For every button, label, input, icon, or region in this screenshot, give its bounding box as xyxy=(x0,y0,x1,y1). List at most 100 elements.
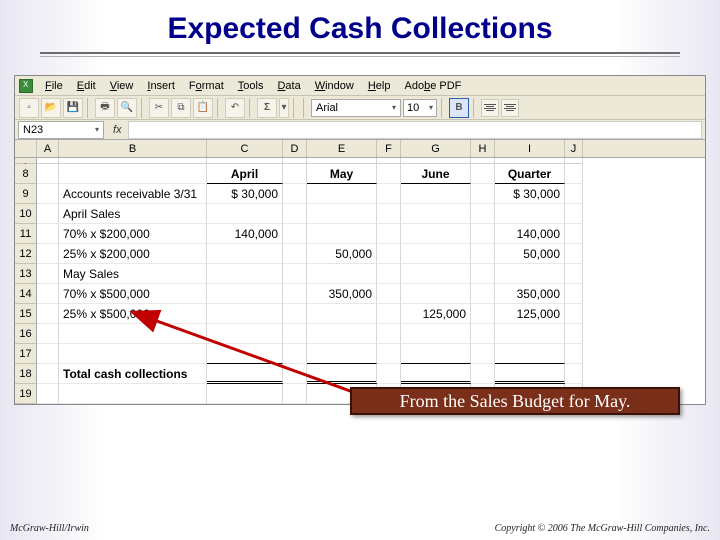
cell-D15[interactable] xyxy=(283,304,307,324)
cell-H10[interactable] xyxy=(471,204,495,224)
paste-icon[interactable]: 📋 xyxy=(193,98,213,118)
cell-F15[interactable] xyxy=(377,304,401,324)
sum-icon[interactable]: Σ xyxy=(257,98,277,118)
cell-D9[interactable] xyxy=(283,184,307,204)
cell-D10[interactable] xyxy=(283,204,307,224)
cell-B13[interactable]: May Sales xyxy=(59,264,207,284)
print-icon[interactable]: 🖶 xyxy=(95,98,115,118)
menu-data[interactable]: Data xyxy=(271,78,306,94)
cell-I15[interactable]: 125,000 xyxy=(495,304,565,324)
cell-E9[interactable] xyxy=(307,184,377,204)
col-D[interactable]: D xyxy=(283,140,307,157)
cell-H18[interactable] xyxy=(471,364,495,384)
cell-G11[interactable] xyxy=(401,224,471,244)
cell-B16[interactable] xyxy=(59,324,207,344)
cell-D13[interactable] xyxy=(283,264,307,284)
cut-icon[interactable]: ✂ xyxy=(149,98,169,118)
cell-J16[interactable] xyxy=(565,324,583,344)
row-header[interactable]: 14 xyxy=(15,284,37,304)
cell-C19[interactable] xyxy=(207,384,283,404)
cell-D8[interactable] xyxy=(283,164,307,184)
cell-C13[interactable] xyxy=(207,264,283,284)
cell-E18[interactable] xyxy=(307,364,377,384)
cell-G18[interactable] xyxy=(401,364,471,384)
cell-I8[interactable]: Quarter xyxy=(495,164,565,184)
cell-D11[interactable] xyxy=(283,224,307,244)
cell-H15[interactable] xyxy=(471,304,495,324)
cell-A15[interactable] xyxy=(37,304,59,324)
font-size-selector[interactable]: 10▾ xyxy=(403,99,437,117)
row-header[interactable]: 11 xyxy=(15,224,37,244)
dropdown-icon[interactable]: ▾ xyxy=(279,98,289,118)
col-G[interactable]: G xyxy=(401,140,471,157)
cell-E17[interactable] xyxy=(307,344,377,364)
cell-B17[interactable] xyxy=(59,344,207,364)
cell-I13[interactable] xyxy=(495,264,565,284)
preview-icon[interactable]: 🔍 xyxy=(117,98,137,118)
cell-C10[interactable] xyxy=(207,204,283,224)
cell-A8[interactable] xyxy=(37,164,59,184)
cell-F12[interactable] xyxy=(377,244,401,264)
cell-E10[interactable] xyxy=(307,204,377,224)
cell-F11[interactable] xyxy=(377,224,401,244)
cell-G9[interactable] xyxy=(401,184,471,204)
cell-E8[interactable]: May xyxy=(307,164,377,184)
cell-F14[interactable] xyxy=(377,284,401,304)
menu-adobe[interactable]: Adobe PDF xyxy=(398,78,467,94)
cell-I14[interactable]: 350,000 xyxy=(495,284,565,304)
cell-I11[interactable]: 140,000 xyxy=(495,224,565,244)
row-header[interactable]: 12 xyxy=(15,244,37,264)
font-selector[interactable]: Arial▾ xyxy=(311,99,401,117)
fx-icon[interactable]: fx xyxy=(107,124,128,136)
cell-B10[interactable]: April Sales xyxy=(59,204,207,224)
cell-J13[interactable] xyxy=(565,264,583,284)
bold-button[interactable]: B xyxy=(449,98,469,118)
save-icon[interactable]: 💾 xyxy=(63,98,83,118)
menu-window[interactable]: Window xyxy=(309,78,360,94)
cell-J11[interactable] xyxy=(565,224,583,244)
cell-F9[interactable] xyxy=(377,184,401,204)
cell-B11[interactable]: 70% x $200,000 xyxy=(59,224,207,244)
cell-E11[interactable] xyxy=(307,224,377,244)
cell-D12[interactable] xyxy=(283,244,307,264)
cell-C16[interactable] xyxy=(207,324,283,344)
cell-H17[interactable] xyxy=(471,344,495,364)
cell-A18[interactable] xyxy=(37,364,59,384)
col-C[interactable]: C xyxy=(207,140,283,157)
cell-C18[interactable] xyxy=(207,364,283,384)
cell-B8[interactable] xyxy=(59,164,207,184)
cell-A13[interactable] xyxy=(37,264,59,284)
menu-edit[interactable]: Edit xyxy=(71,78,102,94)
cell-J17[interactable] xyxy=(565,344,583,364)
cell-J8[interactable] xyxy=(565,164,583,184)
cell-A19[interactable] xyxy=(37,384,59,404)
col-B[interactable]: B xyxy=(59,140,207,157)
col-H[interactable]: H xyxy=(471,140,495,157)
cell-C17[interactable] xyxy=(207,344,283,364)
cell-F8[interactable] xyxy=(377,164,401,184)
col-A[interactable]: A xyxy=(37,140,59,157)
cell-G17[interactable] xyxy=(401,344,471,364)
row-header[interactable]: 13 xyxy=(15,264,37,284)
cell-H11[interactable] xyxy=(471,224,495,244)
cell-B9[interactable]: Accounts receivable 3/31 xyxy=(59,184,207,204)
cell-F13[interactable] xyxy=(377,264,401,284)
cell-B14[interactable]: 70% x $500,000 xyxy=(59,284,207,304)
col-J[interactable]: J xyxy=(565,140,583,157)
undo-icon[interactable]: ↶ xyxy=(225,98,245,118)
row-header[interactable]: 16 xyxy=(15,324,37,344)
cell-C9[interactable]: $ 30,000 xyxy=(207,184,283,204)
cell-G16[interactable] xyxy=(401,324,471,344)
col-F[interactable]: F xyxy=(377,140,401,157)
col-I[interactable]: I xyxy=(495,140,565,157)
cell-B19[interactable] xyxy=(59,384,207,404)
cell-C15[interactable] xyxy=(207,304,283,324)
cell-G10[interactable] xyxy=(401,204,471,224)
menu-tools[interactable]: Tools xyxy=(232,78,270,94)
open-icon[interactable]: 📂 xyxy=(41,98,61,118)
cell-A17[interactable] xyxy=(37,344,59,364)
cell-F17[interactable] xyxy=(377,344,401,364)
new-icon[interactable]: ▫ xyxy=(19,98,39,118)
cell-G14[interactable] xyxy=(401,284,471,304)
cell-F18[interactable] xyxy=(377,364,401,384)
